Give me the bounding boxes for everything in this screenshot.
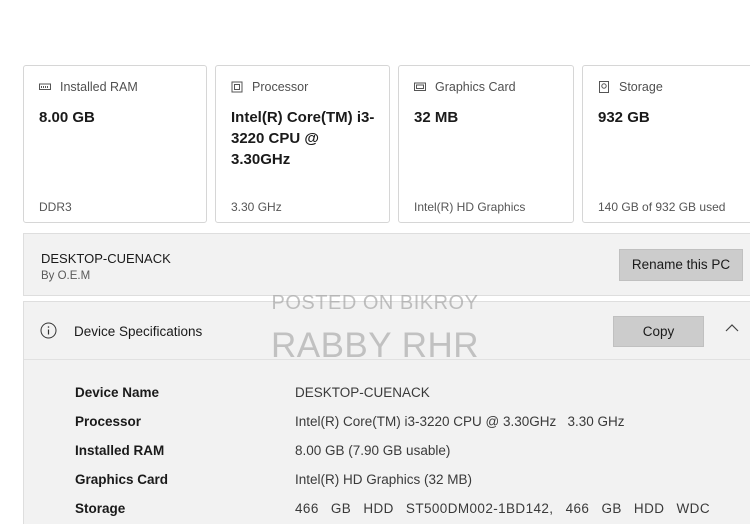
watermark-line-2: RABBY RHR: [270, 326, 480, 365]
spec-label-installed-ram: Installed RAM: [75, 443, 165, 458]
spec-label-storage: Storage: [75, 501, 126, 516]
graphics-card-card: Graphics Card 32 MB Intel(R) HD Graphics: [398, 65, 574, 223]
processor-card-title: Processor: [252, 80, 309, 94]
processor-icon: [231, 81, 243, 93]
storage-card: Storage 932 GB 140 GB of 932 GB used: [582, 65, 750, 223]
installed-ram-card-header: Installed RAM: [39, 80, 138, 94]
pc-name: DESKTOP-CUENACK: [41, 251, 171, 266]
installed-ram-type: DDR3: [39, 200, 72, 214]
storage-usage: 140 GB of 932 GB used: [598, 200, 726, 214]
spec-label-device-name: Device Name: [75, 385, 160, 400]
storage-value: 932 GB: [598, 109, 650, 126]
spec-value-installed-ram: 8.00 GB (7.90 GB usable): [295, 443, 451, 458]
spec-value-graphics-card: Intel(R) HD Graphics (32 MB): [295, 472, 473, 487]
processor-card: Processor Intel(R) Core(TM) i3-3220 CPU …: [215, 65, 390, 223]
processor-speed: 3.30 GHz: [231, 200, 282, 214]
device-info-page: Installed RAM 8.00 GB DDR3 Processor Int…: [0, 0, 750, 524]
graphics-card-value: 32 MB: [414, 109, 459, 126]
installed-ram-card-title: Installed RAM: [60, 80, 138, 94]
rename-pc-button[interactable]: Rename this PC: [619, 249, 743, 281]
pc-manufacturer: By O.E.M: [41, 270, 91, 282]
memory-icon: [39, 83, 51, 90]
storage-card-header: Storage: [598, 80, 663, 94]
spec-value-device-name: DESKTOP-CUENACK: [295, 385, 430, 400]
spec-value-storage: 466 GB HDD ST500DM002-1BD142, 466 GB HDD…: [295, 501, 710, 516]
graphics-card-header: Graphics Card: [414, 80, 516, 94]
storage-card-title: Storage: [619, 80, 663, 94]
spec-label-graphics-card: Graphics Card: [75, 472, 169, 487]
graphics-card-title: Graphics Card: [435, 80, 516, 94]
storage-icon: [599, 81, 609, 93]
installed-ram-value: 8.00 GB: [39, 109, 95, 126]
installed-ram-card: Installed RAM 8.00 GB DDR3: [23, 65, 207, 223]
display-icon: [414, 82, 426, 91]
pc-name-bar: DESKTOP-CUENACK By O.E.M Rename this PC: [23, 233, 750, 296]
processor-card-header: Processor: [231, 80, 308, 94]
watermark-line-1: POSTED ON BIKROY: [271, 292, 479, 314]
spec-value-processor: Intel(R) Core(TM) i3-3220 CPU @ 3.30GHz …: [295, 414, 625, 429]
graphics-card-model: Intel(R) HD Graphics: [414, 200, 526, 214]
spec-label-processor: Processor: [75, 414, 142, 429]
processor-value: Intel(R) Core(TM) i3-3220 CPU @ 3.30GHz: [231, 109, 375, 168]
